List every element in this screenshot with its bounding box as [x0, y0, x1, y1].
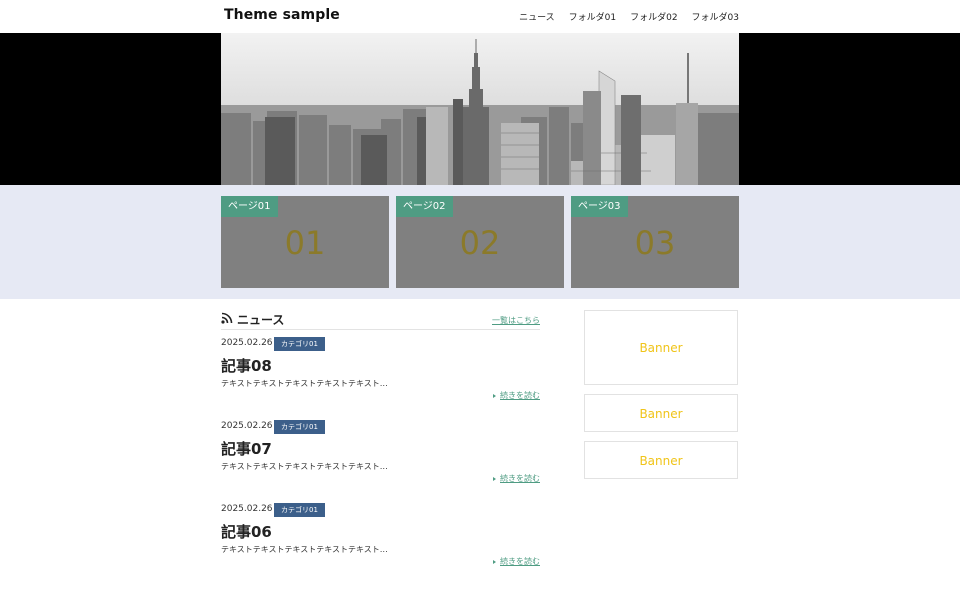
global-nav: ニュース フォルダ01 フォルダ02 フォルダ03 [519, 10, 739, 23]
triangle-right-icon [493, 559, 496, 564]
site-header: Theme sample ニュース フォルダ01 フォルダ02 フォルダ03 [0, 0, 960, 33]
news-article: 2025.02.26 カテゴリ01 記事06 テキストテキストテキストテキストテ… [221, 503, 540, 573]
hero-section [0, 33, 960, 185]
article-excerpt: テキストテキストテキストテキストテキスト… [221, 379, 388, 388]
nav-item-folder03[interactable]: フォルダ03 [692, 10, 739, 23]
page-card-label: ページ02 [396, 196, 453, 217]
rss-icon [221, 312, 233, 324]
view-all-link[interactable]: 一覧はこちら [492, 315, 540, 326]
read-more-label: 続きを読む [500, 391, 540, 400]
page-card-number: 02 [459, 224, 501, 262]
category-badge[interactable]: カテゴリ01 [274, 503, 325, 517]
news-article: 2025.02.26 カテゴリ01 記事07 テキストテキストテキストテキストテ… [221, 420, 540, 490]
article-date: 2025.02.26 [221, 421, 273, 431]
page-card-01[interactable]: ページ01 01 [221, 196, 389, 288]
article-excerpt: テキストテキストテキストテキストテキスト… [221, 545, 388, 554]
triangle-right-icon [493, 476, 496, 481]
nav-item-folder01[interactable]: フォルダ01 [569, 10, 616, 23]
sidebar-banner-1[interactable]: Banner [584, 310, 738, 385]
page-card-number: 03 [634, 224, 676, 262]
sidebar-banner-2[interactable]: Banner [584, 394, 738, 432]
page-card-number: 01 [284, 224, 326, 262]
article-title[interactable]: 記事08 [221, 355, 272, 376]
nav-item-news[interactable]: ニュース [519, 10, 555, 23]
news-article: 2025.02.26 カテゴリ01 記事08 テキストテキストテキストテキストテ… [221, 337, 540, 407]
read-more-link[interactable]: 続きを読む [493, 473, 540, 484]
page-card-label: ページ01 [221, 196, 278, 217]
news-heading: ニュース 一覧はこちら [221, 310, 540, 330]
nav-item-folder02[interactable]: フォルダ02 [630, 10, 677, 23]
page-card-02[interactable]: ページ02 02 [396, 196, 564, 288]
page-card-label: ページ03 [571, 196, 628, 217]
read-more-link[interactable]: 続きを読む [493, 556, 540, 567]
city-skyline-image [221, 33, 739, 185]
hero-image [221, 33, 739, 185]
sidebar-banner-3[interactable]: Banner [584, 441, 738, 479]
read-more-label: 続きを読む [500, 474, 540, 483]
page-card-03[interactable]: ページ03 03 [571, 196, 739, 288]
article-title[interactable]: 記事06 [221, 521, 272, 542]
read-more-link[interactable]: 続きを読む [493, 390, 540, 401]
article-title[interactable]: 記事07 [221, 438, 272, 459]
triangle-right-icon [493, 393, 496, 398]
site-title[interactable]: Theme sample [224, 7, 340, 23]
read-more-label: 続きを読む [500, 557, 540, 566]
category-badge[interactable]: カテゴリ01 [274, 337, 325, 351]
article-date: 2025.02.26 [221, 504, 273, 514]
article-date: 2025.02.26 [221, 338, 273, 348]
page-cards-section: ページ01 01 ページ02 02 ページ03 03 [0, 185, 960, 299]
category-badge[interactable]: カテゴリ01 [274, 420, 325, 434]
news-title: ニュース [237, 313, 285, 327]
article-excerpt: テキストテキストテキストテキストテキスト… [221, 462, 388, 471]
